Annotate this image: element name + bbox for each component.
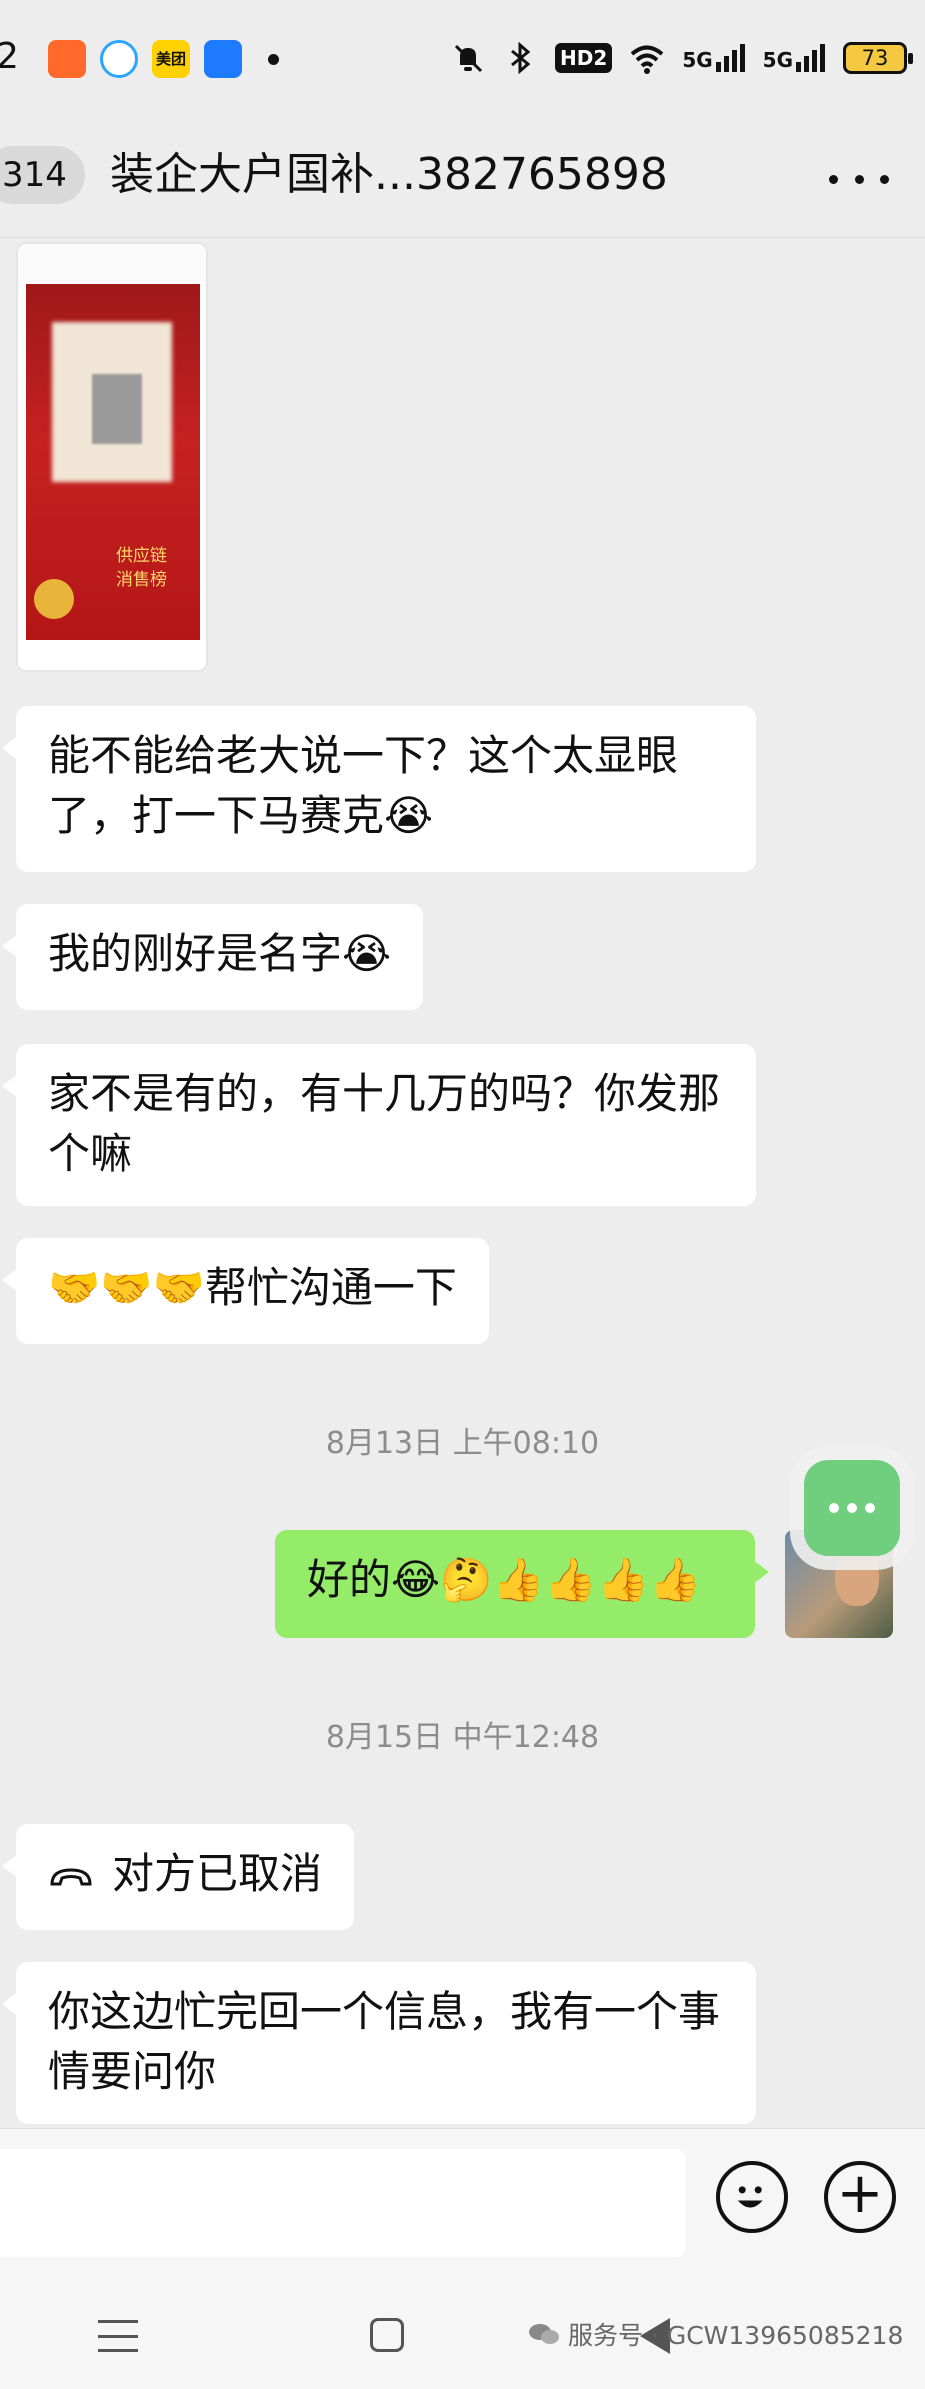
- status-time: 2: [0, 36, 19, 77]
- signal-icon: 5G: [682, 44, 745, 72]
- chat-header: 314 装企大户国补...382765898: [0, 120, 925, 238]
- watermark: 服务号 · GCW13965085218: [528, 2316, 903, 2352]
- app-notification-icon: [100, 40, 138, 78]
- message-bubble[interactable]: 你这边忙完回一个信息，我有一个事情要问你: [2, 1962, 756, 2124]
- signal-icon: 5G: [763, 44, 825, 72]
- status-icons: HD2 5G 5G 73: [451, 36, 913, 80]
- image-footer: [18, 640, 206, 670]
- system-nav-bar: 服务号 · GCW13965085218: [0, 2268, 925, 2389]
- medal-icon: [34, 579, 74, 619]
- meituan-app-icon: 美团: [152, 40, 190, 78]
- hd-voice-badge: HD2: [555, 43, 613, 73]
- call-status-text: 对方已取消: [112, 1849, 323, 1898]
- phone-cancel-icon: [50, 1867, 92, 1885]
- app-notification-icon: [48, 40, 86, 78]
- image-message[interactable]: 供应链 消售榜: [16, 242, 208, 672]
- message-bubble[interactable]: 家不是有的，有十几万的吗？你发那个嘛: [2, 1044, 756, 1206]
- more-notifications-dot: [268, 54, 279, 65]
- home-icon[interactable]: [370, 2318, 404, 2352]
- image-mosaic: [92, 374, 142, 444]
- app-notification-icon: [204, 40, 242, 78]
- plus-icon[interactable]: +: [824, 2161, 896, 2233]
- message-timestamp: 8月13日 上午08:10: [325, 1426, 600, 1461]
- status-bar: 2 美团 HD2 5G 5G 73: [0, 0, 925, 120]
- call-cancelled-message[interactable]: 对方已取消: [1, 1824, 355, 1930]
- floating-more-icon[interactable]: [804, 1460, 900, 1556]
- message-bubble[interactable]: 我的刚好是名字😭: [1, 904, 424, 1010]
- more-icon[interactable]: [829, 164, 889, 194]
- wechat-logo-icon: [529, 2324, 559, 2344]
- image-caption: 供应链 消售榜: [116, 546, 167, 590]
- image-topbar: [18, 244, 206, 282]
- message-bubble[interactable]: 能不能给老大说一下？这个太显眼了，打一下马赛克😭: [2, 706, 756, 872]
- own-message-bubble[interactable]: 好的😂🤔👍👍👍👍: [275, 1530, 769, 1638]
- back-button-unread-count[interactable]: 314: [0, 146, 85, 204]
- battery-icon: 73: [843, 42, 913, 74]
- message-input[interactable]: [0, 2149, 686, 2257]
- chat-title: 装企大户国补...382765898: [110, 149, 668, 200]
- wifi-icon: [631, 45, 664, 74]
- mute-bell-icon: [454, 44, 483, 73]
- recent-apps-icon[interactable]: [98, 2320, 138, 2352]
- message-bubble[interactable]: 🤝🤝🤝帮忙沟通一下: [2, 1238, 489, 1344]
- bluetooth-icon: [511, 41, 531, 75]
- emoji-icon[interactable]: [716, 2161, 788, 2233]
- message-timestamp: 8月15日 中午12:48: [325, 1720, 600, 1755]
- input-bar: +: [0, 2128, 925, 2268]
- watermark-text: 服务号 · GCW13965085218: [568, 2321, 904, 2350]
